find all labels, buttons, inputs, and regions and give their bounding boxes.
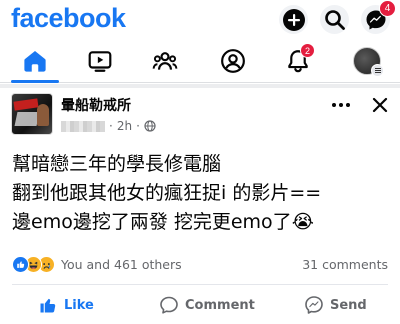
feed-divider [0,84,400,88]
comment-label: Comment [185,297,255,313]
post-header: 暈船勒戒所 · 2h · [0,90,400,140]
plus-icon [282,8,305,31]
comment-button[interactable]: Comment [159,288,255,322]
actions-divider [12,284,388,285]
crying-emoji: 😭 [291,211,314,233]
send-label: Send [330,297,367,313]
search-button[interactable] [320,5,349,34]
tab-profile[interactable] [208,40,258,82]
top-actions: 4 [279,0,396,34]
tab-menu[interactable] [342,40,392,82]
send-button[interactable]: Send [304,288,367,322]
tab-video[interactable] [75,40,125,82]
search-icon [324,9,345,30]
more-options-button[interactable] [330,94,352,116]
like-label: Like [64,297,94,313]
top-bar: facebook 4 [0,0,400,38]
notifications-badge: 2 [300,43,315,58]
home-icon [24,51,46,72]
separator-dot: · [109,119,113,133]
profile-icon [221,49,245,73]
tab-home[interactable] [10,40,60,82]
messenger-send-icon [305,296,323,314]
create-button[interactable] [279,5,308,34]
hide-post-button[interactable] [369,94,391,116]
post-actions: Like Comment Send [0,288,400,322]
active-tab-indicator [11,80,59,83]
like-reaction-icon [12,256,29,273]
like-icon [40,298,56,313]
separator-dot: · [136,119,140,133]
video-icon [88,51,112,72]
menu-avatar [353,47,384,77]
post-text-line-with-emoji: 邊emo邊挖了兩發 挖完更emo了😭 [12,208,394,237]
post-text-line: 幫暗戀三年的學長修電腦 [12,153,222,175]
tab-bar: 2 [0,40,400,83]
close-icon [372,97,388,113]
tab-notifications[interactable]: 2 [273,40,323,82]
menu-icon [371,64,384,77]
groups-icon [152,52,178,70]
page-name[interactable]: 暈船勒戒所 [61,95,131,115]
post-time[interactable]: 2h [117,119,132,133]
like-button[interactable]: Like [38,288,94,322]
messenger-button[interactable]: 4 [361,0,396,34]
page-avatar[interactable] [11,93,53,135]
post-meta: · 2h · [61,119,156,133]
post-text-line: 翻到他跟其他女的瘋狂捉i 的影片== [12,182,322,204]
globe-icon [144,120,156,132]
comment-icon [160,296,178,314]
reactions-count[interactable]: You and 461 others [61,257,182,272]
blurred-author [61,120,105,132]
comments-count[interactable]: 31 comments [302,257,388,272]
reactions-summary[interactable]: You and 461 others [12,256,182,273]
messenger-badge: 4 [379,0,396,17]
facebook-logo[interactable]: facebook [11,3,126,34]
post-text-line: 邊emo邊挖了兩發 挖完更emo了 [12,211,292,233]
more-icon [332,103,350,107]
post-text: 幫暗戀三年的學長修電腦 翻到他跟其他女的瘋狂捉i 的影片== 邊emo邊挖了兩發… [12,150,394,237]
tab-groups[interactable] [140,40,190,82]
